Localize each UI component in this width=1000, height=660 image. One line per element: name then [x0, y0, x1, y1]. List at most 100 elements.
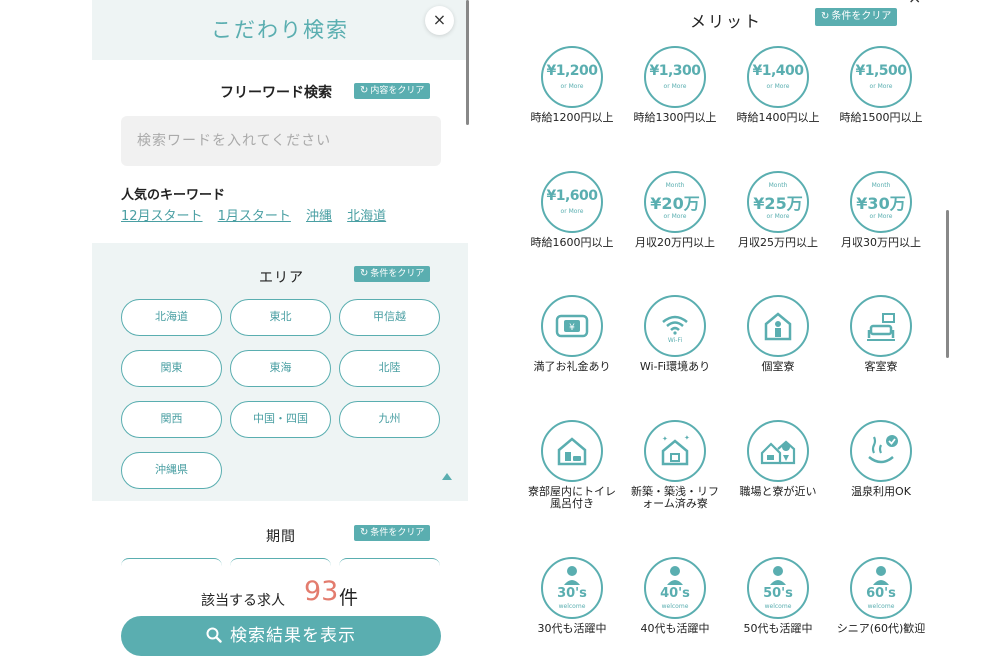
merit-completion-bonus[interactable]: ¥ 満了お礼金あり	[527, 295, 617, 373]
merit-label: シニア(60代)歓迎	[836, 622, 926, 635]
refresh-icon: ↻	[360, 268, 369, 279]
result-bar: 該当する求人 93 件 検索結果を表示	[92, 568, 468, 660]
merit-age-60[interactable]: 60's welcome シニア(60代)歓迎	[836, 557, 926, 635]
period-clear-button[interactable]: ↻ 条件をクリア	[354, 525, 431, 541]
merit-clear-button[interactable]: ↻ 条件をクリア	[815, 8, 898, 26]
merit-title: メリット	[690, 12, 763, 31]
right-scrollbar[interactable]	[946, 210, 949, 358]
merit-month-20[interactable]: Month ¥20万 or More 月収20万円以上	[630, 171, 720, 249]
merit-hot-spring[interactable]: 温泉利用OK	[836, 420, 926, 498]
merit-age-40[interactable]: 40's welcome 40代も活躍中	[630, 557, 720, 635]
wage-badge-icon: ¥1,200 or More	[541, 46, 603, 108]
merit-label: 新築・築浅・リフォーム済み寮	[631, 485, 719, 510]
freeword-input[interactable]	[121, 116, 441, 166]
refresh-icon: ↻	[360, 527, 369, 538]
area-clear-button[interactable]: ↻ 条件をクリア	[354, 266, 431, 282]
merit-wage-1600[interactable]: ¥1,600 or More 時給1600円以上	[527, 171, 617, 249]
bath-toilet-icon	[541, 420, 603, 482]
refresh-icon: ↻	[360, 85, 369, 96]
merit-label: 時給1500円以上	[839, 111, 923, 124]
merit-label: 個室寮	[761, 360, 795, 373]
left-scrollbar[interactable]	[466, 0, 469, 125]
badge-amount: 60's	[866, 586, 896, 601]
merit-near-workplace[interactable]: 職場と寮が近い	[733, 420, 823, 498]
merit-wifi[interactable]: Wi-Fi Wi-Fi環境あり	[630, 295, 720, 373]
close-button[interactable]: ×	[425, 6, 454, 35]
merit-wage-1400[interactable]: ¥1,400 or More 時給1400円以上	[733, 46, 823, 124]
result-unit: 件	[339, 587, 359, 609]
keyword-link[interactable]: 北海道	[347, 205, 386, 224]
merit-label: 時給1300円以上	[633, 111, 717, 124]
clear-label: 条件をクリア	[831, 11, 892, 22]
collapse-triangle-icon[interactable]	[442, 473, 452, 480]
panel-title: こだわり検索	[211, 18, 349, 42]
keyword-link[interactable]: 1月スタート	[218, 205, 291, 224]
period-option[interactable]	[121, 558, 222, 566]
freeword-title: フリーワード検索	[220, 85, 332, 101]
merit-label: 時給1400円以上	[736, 111, 820, 124]
area-option-kanto[interactable]: 関東	[121, 350, 222, 387]
period-option[interactable]	[339, 558, 440, 566]
keyword-link[interactable]: 12月スタート	[121, 205, 203, 224]
badge-sub: or More	[766, 213, 790, 220]
private-room-icon	[747, 295, 809, 357]
area-option-tohoku[interactable]: 東北	[230, 299, 331, 336]
area-option-hokuriku[interactable]: 北陸	[339, 350, 440, 387]
refresh-icon: ↻	[821, 11, 830, 22]
merit-new-house[interactable]: ✦ ✦ 新築・築浅・リフォーム済み寮	[630, 420, 720, 510]
merit-guest-room[interactable]: 客室寮	[836, 295, 926, 373]
merit-label: 40代も活躍中	[640, 622, 710, 635]
period-title: 期間	[266, 529, 296, 545]
period-option[interactable]	[230, 558, 331, 566]
badge-amount: 50's	[763, 586, 793, 601]
area-title: エリア	[259, 270, 304, 286]
wage-badge-icon: ¥1,600 or More	[541, 171, 603, 233]
merit-private-room[interactable]: 個室寮	[733, 295, 823, 373]
merit-label: 客室寮	[864, 360, 898, 373]
hot-spring-icon	[850, 420, 912, 482]
merit-bath-toilet[interactable]: 寮部屋内にトイレ風呂付き	[527, 420, 617, 510]
area-option-hokkaido[interactable]: 北海道	[121, 299, 222, 336]
merit-label: 月収25万円以上	[738, 236, 818, 249]
badge-amount: ¥1,600	[546, 188, 598, 204]
keyword-link[interactable]: 沖縄	[306, 205, 332, 224]
merit-age-50[interactable]: 50's welcome 50代も活躍中	[733, 557, 823, 635]
merit-wage-1200[interactable]: ¥1,200 or More 時給1200円以上	[527, 46, 617, 124]
show-results-label: 検索結果を表示	[230, 626, 356, 645]
merit-label: 職場と寮が近い	[739, 485, 817, 498]
popular-keywords-title: 人気のキーワード	[121, 188, 226, 203]
wage-badge-icon: ¥1,400 or More	[747, 46, 809, 108]
merit-wage-1300[interactable]: ¥1,300 or More 時給1300円以上	[630, 46, 720, 124]
merit-wage-1500[interactable]: ¥1,500 or More 時給1500円以上	[836, 46, 926, 124]
area-option-okinawa[interactable]: 沖縄県	[121, 452, 222, 489]
monthly-badge-icon: Month ¥30万 or More	[850, 171, 912, 233]
monthly-badge-icon: Month ¥20万 or More	[644, 171, 706, 233]
wage-badge-icon: ¥1,300 or More	[644, 46, 706, 108]
merit-age-30[interactable]: 30's welcome 30代も活躍中	[527, 557, 617, 635]
badge-sub: welcome	[661, 603, 689, 610]
badge-sub: welcome	[867, 603, 895, 610]
badge-top: Month	[768, 182, 788, 189]
money-icon: ¥	[541, 295, 603, 357]
age-60-icon: 60's welcome	[850, 557, 912, 619]
wifi-icon: Wi-Fi	[644, 295, 706, 357]
badge-amount: ¥1,500	[855, 63, 907, 79]
area-option-koshinetsu[interactable]: 甲信越	[339, 299, 440, 336]
area-option-kyushu[interactable]: 九州	[339, 401, 440, 438]
badge-sub: or More	[560, 208, 584, 215]
area-option-chugoku-shikoku[interactable]: 中国・四国	[230, 401, 331, 438]
panel-header: こだわり検索 ×	[92, 0, 468, 60]
badge-sub: or More	[560, 83, 584, 90]
age-50-icon: 50's welcome	[747, 557, 809, 619]
merit-month-25[interactable]: Month ¥25万 or More 月収25万円以上	[733, 171, 823, 249]
badge-sub: or More	[869, 213, 893, 220]
freeword-clear-button[interactable]: ↻ 内容をクリア	[354, 83, 431, 99]
show-results-button[interactable]: 検索結果を表示	[121, 616, 441, 656]
area-option-kansai[interactable]: 関西	[121, 401, 222, 438]
merit-panel: メリット ↻条件をクリア × ¥1,200 or More 時給1200円以上 ¥…	[520, 0, 952, 660]
merit-label: 時給1200円以上	[530, 111, 614, 124]
merit-close-button[interactable]: ×	[908, 0, 921, 7]
merit-month-30[interactable]: Month ¥30万 or More 月収30万円以上	[836, 171, 926, 249]
area-option-tokai[interactable]: 東海	[230, 350, 331, 387]
badge-sub: welcome	[558, 603, 586, 610]
